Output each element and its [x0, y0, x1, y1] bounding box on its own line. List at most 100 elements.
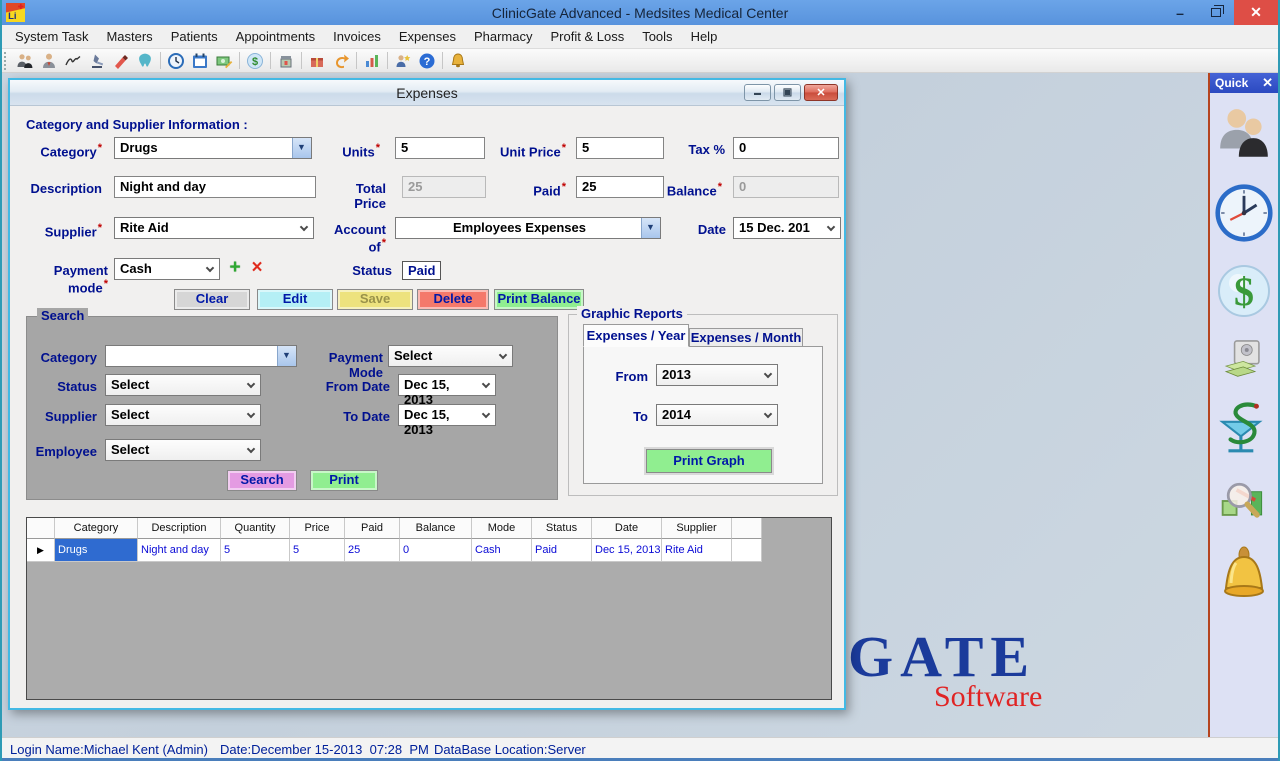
help-icon[interactable]: ? [415, 50, 439, 71]
signature-icon[interactable] [61, 50, 85, 71]
quick-dollar-icon[interactable]: $ [1216, 263, 1272, 319]
menu-item-tools[interactable]: Tools [633, 25, 681, 49]
return-icon[interactable] [329, 50, 353, 71]
grid-cell-price[interactable]: 5 [290, 539, 345, 562]
microscope-icon[interactable] [85, 50, 109, 71]
save-button[interactable]: Save [337, 289, 413, 310]
print-balance-button[interactable]: Print Balance [494, 289, 584, 310]
account-of-combobox[interactable]: Employees Expenses [395, 217, 661, 239]
grid-cell-quantity[interactable]: 5 [221, 539, 290, 562]
dental-icon[interactable] [133, 50, 157, 71]
minimize-icon [1176, 5, 1184, 21]
paid-input[interactable]: 25 [576, 176, 664, 198]
grid-col-header-category[interactable]: Category [55, 518, 138, 539]
search-button[interactable]: Search [227, 470, 297, 491]
grid-col-header-supplier[interactable]: Supplier [662, 518, 732, 539]
dollar-icon[interactable]: $ [243, 50, 267, 71]
search-from-date-picker[interactable]: Dec 15, 2013 [398, 374, 496, 396]
menu-item-patients[interactable]: Patients [162, 25, 227, 49]
delete-payment-mode-icon[interactable]: × [248, 259, 266, 277]
grid-cell-status[interactable]: Paid [532, 539, 592, 562]
grid-col-header-quantity[interactable]: Quantity [221, 518, 290, 539]
search-to-date-picker[interactable]: Dec 15, 2013 [398, 404, 496, 426]
delete-button[interactable]: Delete [417, 289, 489, 310]
category-combobox[interactable]: Drugs [114, 137, 312, 159]
search-payment-mode-select[interactable]: Select [388, 345, 513, 367]
quick-panel-close-icon[interactable]: ✕ [1262, 75, 1273, 91]
menu-item-profit-loss[interactable]: Profit & Loss [542, 25, 634, 49]
dialog-close-button[interactable] [804, 84, 838, 101]
chart-icon[interactable] [360, 50, 384, 71]
staff-star-icon[interactable] [391, 50, 415, 71]
tax-input[interactable]: 0 [733, 137, 839, 159]
date-picker[interactable]: 15 Dec. 201 [733, 217, 841, 239]
menu-item-help[interactable]: Help [682, 25, 727, 49]
dropdown-arrow-icon[interactable] [277, 346, 296, 366]
menu-item-pharmacy[interactable]: Pharmacy [465, 25, 542, 49]
billing-icon[interactable] [212, 50, 236, 71]
quick-clock-icon[interactable] [1212, 181, 1276, 245]
description-input[interactable]: Night and day [114, 176, 316, 198]
menu-item-invoices[interactable]: Invoices [324, 25, 390, 49]
chevron-down-icon [764, 370, 772, 378]
minimize-icon [754, 87, 761, 98]
payment-mode-combobox[interactable]: Cash [114, 258, 220, 280]
grid-cell-supplier[interactable]: Rite Aid [662, 539, 732, 562]
search-status-select[interactable]: Select [105, 374, 261, 396]
medicine-icon[interactable] [274, 50, 298, 71]
menu-item-expenses[interactable]: Expenses [390, 25, 465, 49]
tab-expenses-month[interactable]: Expenses / Month [689, 328, 803, 347]
graph-to-year-select[interactable]: 2014 [656, 404, 778, 426]
clock-icon[interactable] [164, 50, 188, 71]
print-graph-button[interactable]: Print Graph [646, 449, 772, 473]
dialog-minimize-button[interactable] [744, 84, 771, 101]
quick-report-search-icon[interactable] [1218, 475, 1270, 527]
quick-gold-bell-icon[interactable] [1216, 545, 1272, 601]
menu-item-system-task[interactable]: System Task [6, 25, 97, 49]
grid-col-header-mode[interactable]: Mode [472, 518, 532, 539]
print-button[interactable]: Print [310, 470, 378, 491]
search-employee-select[interactable]: Select [105, 439, 261, 461]
gift-icon[interactable] [305, 50, 329, 71]
calendar-icon[interactable] [188, 50, 212, 71]
quick-users-icon[interactable] [1215, 105, 1273, 163]
edit-button[interactable]: Edit [257, 289, 333, 310]
minimize-button[interactable] [1162, 0, 1198, 25]
grid-cell-mode[interactable]: Cash [472, 539, 532, 562]
grid-col-header-price[interactable]: Price [290, 518, 345, 539]
quick-cash-box-icon[interactable] [1222, 337, 1266, 381]
unit-price-input[interactable]: 5 [576, 137, 664, 159]
menu-item-appointments[interactable]: Appointments [227, 25, 325, 49]
marker-icon[interactable] [109, 50, 133, 71]
grid-col-header-paid[interactable]: Paid [345, 518, 400, 539]
dialog-maximize-button[interactable] [774, 84, 801, 101]
tab-expenses-year[interactable]: Expenses / Year [583, 324, 689, 347]
quick-pharmacy-icon[interactable] [1215, 399, 1273, 457]
grid-cell-category[interactable]: Drugs [55, 539, 138, 562]
dropdown-arrow-icon[interactable] [641, 218, 660, 238]
units-input[interactable]: 5 [395, 137, 485, 159]
grid-cell-description[interactable]: Night and day [138, 539, 221, 562]
search-category-combobox[interactable] [105, 345, 297, 367]
supplier-combobox[interactable]: Rite Aid [114, 217, 314, 239]
grid-col-header-status[interactable]: Status [532, 518, 592, 539]
graph-from-year-select[interactable]: 2013 [656, 364, 778, 386]
restore-button[interactable] [1198, 0, 1234, 25]
patient-icon[interactable] [37, 50, 61, 71]
dropdown-arrow-icon[interactable] [292, 138, 311, 158]
grid-row[interactable]: ▶DrugsNight and day55250CashPaidDec 15, … [27, 539, 831, 562]
row-selector-arrow-icon[interactable]: ▶ [27, 539, 55, 562]
grid-cell-date[interactable]: Dec 15, 2013 [592, 539, 662, 562]
patients-icon[interactable] [13, 50, 37, 71]
menu-item-masters[interactable]: Masters [97, 25, 161, 49]
grid-cell-paid[interactable]: 25 [345, 539, 400, 562]
grid-cell-balance[interactable]: 0 [400, 539, 472, 562]
grid-col-header-description[interactable]: Description [138, 518, 221, 539]
search-supplier-select[interactable]: Select [105, 404, 261, 426]
grid-col-header-balance[interactable]: Balance [400, 518, 472, 539]
bell-icon[interactable] [446, 50, 470, 71]
close-button[interactable] [1234, 0, 1278, 25]
add-payment-mode-icon[interactable]: + [226, 259, 244, 277]
clear-button[interactable]: Clear [174, 289, 250, 310]
grid-col-header-date[interactable]: Date [592, 518, 662, 539]
